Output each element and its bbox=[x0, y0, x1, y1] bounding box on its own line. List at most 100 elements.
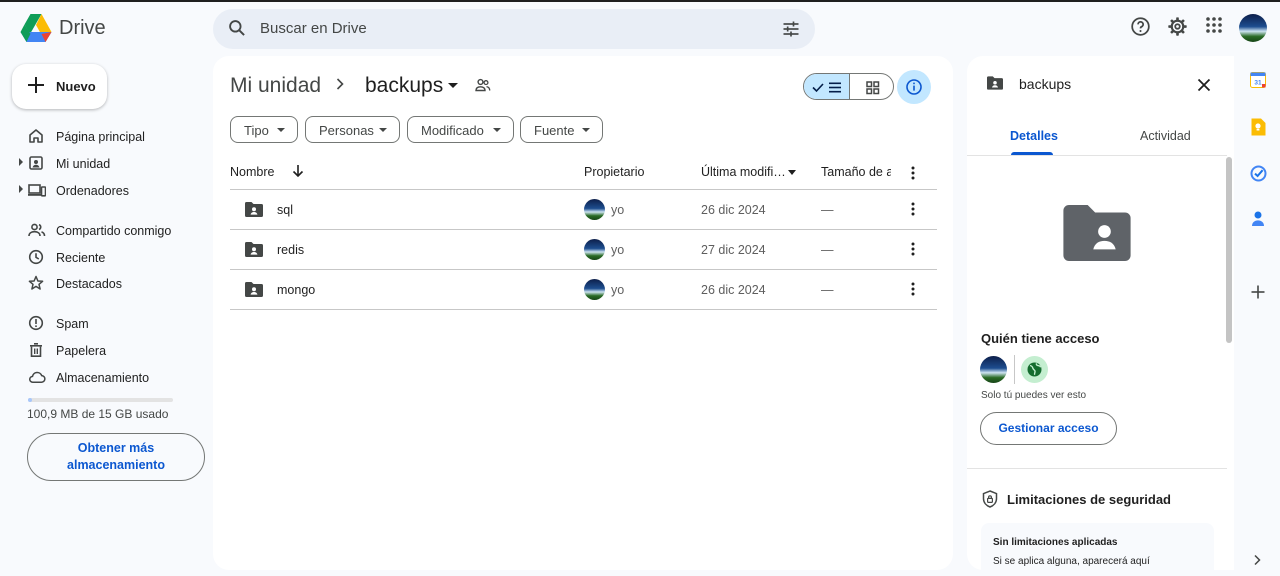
security-box-title: Sin limitaciones aplicadas bbox=[993, 537, 1118, 548]
column-header-name[interactable]: Nombre bbox=[230, 165, 274, 179]
modified-sort-dropdown-icon[interactable] bbox=[788, 170, 796, 175]
keep-notes-icon[interactable] bbox=[1250, 118, 1266, 136]
modified-date: 27 dic 2024 bbox=[701, 243, 766, 257]
file-name[interactable]: sql bbox=[277, 203, 293, 217]
account-avatar[interactable] bbox=[1239, 14, 1267, 42]
cloud-icon bbox=[28, 369, 46, 385]
plus-icon bbox=[27, 76, 45, 94]
sidebar-item-shared[interactable]: Compartido conmigo bbox=[0, 217, 205, 243]
file-name[interactable]: redis bbox=[277, 243, 304, 257]
more-actions-icon[interactable] bbox=[911, 282, 915, 296]
sidebar-item-label: Almacenamiento bbox=[56, 371, 150, 385]
storage-usage-bar bbox=[28, 398, 173, 402]
globe-icon[interactable] bbox=[1021, 356, 1048, 383]
details-scrollbar[interactable] bbox=[1226, 157, 1232, 343]
filter-type-chip[interactable]: Tipo bbox=[230, 116, 298, 143]
sidebar-item-label: Spam bbox=[56, 317, 89, 331]
tasks-icon[interactable] bbox=[1250, 165, 1267, 182]
table-row[interactable]: mongo yo 26 dic 2024 — bbox=[230, 270, 937, 310]
breadcrumb-current-folder[interactable]: backups bbox=[365, 74, 443, 98]
sidebar-item-label: Página principal bbox=[56, 130, 145, 144]
contacts-icon[interactable] bbox=[1250, 210, 1266, 227]
shared-with-me-icon bbox=[28, 222, 46, 238]
storage-usage-text: 100,9 MB de 15 GB usado bbox=[27, 407, 169, 421]
sidebar-item-home[interactable]: Página principal bbox=[0, 123, 205, 149]
details-info-button[interactable] bbox=[897, 70, 931, 104]
breadcrumb-my-drive[interactable]: Mi unidad bbox=[230, 74, 321, 98]
search-input[interactable]: Buscar en Drive bbox=[260, 20, 367, 37]
breadcrumb-chevron-icon bbox=[335, 77, 345, 91]
side-panel-chevron-right-icon[interactable] bbox=[1253, 554, 1261, 566]
search-options-icon[interactable] bbox=[781, 19, 801, 39]
dropdown-arrow-icon bbox=[582, 128, 590, 132]
filter-modified-chip[interactable]: Modificado bbox=[407, 116, 514, 143]
security-box-text: Si se aplica alguna, aparecerá aquí bbox=[993, 556, 1150, 567]
sidebar-item-label: Mi unidad bbox=[56, 157, 111, 171]
grid-view-button[interactable] bbox=[850, 74, 893, 99]
drive-logo-icon[interactable] bbox=[20, 13, 52, 43]
close-icon[interactable] bbox=[1197, 78, 1211, 92]
search-icon[interactable] bbox=[227, 18, 247, 38]
sidebar-item-spam[interactable]: Spam bbox=[0, 310, 205, 336]
modified-date: 26 dic 2024 bbox=[701, 203, 766, 217]
sidebar-item-recent[interactable]: Reciente bbox=[0, 244, 205, 270]
tab-details[interactable]: Detalles bbox=[1010, 129, 1058, 143]
apps-grid-icon[interactable] bbox=[1205, 16, 1223, 34]
tab-activity[interactable]: Actividad bbox=[1140, 129, 1191, 143]
sidebar-item-computers[interactable]: Ordenadores bbox=[0, 177, 205, 203]
owner-name: yo bbox=[611, 283, 625, 297]
calendar-icon[interactable]: 31 bbox=[1250, 72, 1266, 88]
top-bar: Drive Buscar en Drive bbox=[0, 2, 1280, 56]
new-button-label: Nuevo bbox=[56, 79, 96, 94]
shared-folder-icon bbox=[245, 282, 263, 297]
new-button[interactable]: Nuevo bbox=[12, 64, 107, 109]
expand-caret-icon[interactable] bbox=[19, 185, 23, 193]
sidebar-item-label: Destacados bbox=[56, 277, 123, 291]
table-row[interactable]: redis yo 27 dic 2024 — bbox=[230, 230, 937, 270]
trash-icon bbox=[28, 342, 44, 358]
more-actions-icon[interactable] bbox=[911, 242, 915, 256]
get-more-storage-button[interactable]: Obtener más almacenamiento bbox=[27, 433, 205, 481]
file-name[interactable]: mongo bbox=[277, 283, 315, 297]
settings-gear-icon[interactable] bbox=[1167, 16, 1188, 37]
tab-divider bbox=[967, 155, 1227, 156]
access-divider bbox=[1014, 355, 1015, 384]
search-bar[interactable]: Buscar en Drive bbox=[213, 9, 815, 49]
add-addon-plus-icon[interactable] bbox=[1251, 285, 1265, 299]
owner-avatar[interactable] bbox=[980, 356, 1007, 383]
column-header-size[interactable]: Tamaño de a bbox=[821, 165, 891, 179]
brand-name[interactable]: Drive bbox=[59, 17, 106, 40]
sidebar-item-trash[interactable]: Papelera bbox=[0, 337, 205, 363]
owner-name: yo bbox=[611, 203, 625, 217]
modified-date: 26 dic 2024 bbox=[701, 283, 766, 297]
sort-arrow-down-icon[interactable] bbox=[291, 164, 305, 178]
filter-people-chip[interactable]: Personas bbox=[305, 116, 400, 143]
sidebar-item-label: Ordenadores bbox=[56, 184, 129, 198]
sidebar-item-starred[interactable]: Destacados bbox=[0, 270, 205, 296]
manage-access-button[interactable]: Gestionar acceso bbox=[980, 412, 1117, 445]
more-actions-icon[interactable] bbox=[911, 202, 915, 216]
sidebar-item-my-drive[interactable]: Mi unidad bbox=[0, 150, 205, 176]
security-limitations-title: Limitaciones de seguridad bbox=[1007, 492, 1171, 507]
list-view-button[interactable] bbox=[804, 74, 850, 99]
sidebar-item-storage[interactable]: Almacenamiento bbox=[0, 364, 205, 390]
table-row[interactable]: sql yo 26 dic 2024 — bbox=[230, 190, 937, 230]
details-title: backups bbox=[1019, 76, 1072, 92]
dropdown-arrow-icon bbox=[277, 128, 285, 132]
help-icon[interactable] bbox=[1130, 16, 1151, 37]
folder-menu-dropdown-icon[interactable] bbox=[448, 83, 458, 88]
column-header-modified[interactable]: Última modifi… bbox=[701, 165, 786, 179]
shared-people-icon[interactable] bbox=[475, 78, 491, 92]
file-size: — bbox=[821, 283, 834, 297]
who-has-access-title: Quién tiene acceso bbox=[981, 331, 1100, 346]
column-header-owner[interactable]: Propietario bbox=[584, 165, 644, 179]
access-note: Solo tú puedes ver esto bbox=[981, 390, 1087, 401]
clock-icon bbox=[28, 249, 44, 265]
shared-folder-icon bbox=[245, 202, 263, 217]
shared-folder-preview-icon bbox=[1063, 205, 1131, 261]
info-icon bbox=[906, 79, 922, 95]
column-options-more-icon[interactable] bbox=[911, 166, 915, 180]
expand-caret-icon[interactable] bbox=[19, 158, 23, 166]
sidebar-item-label: Papelera bbox=[56, 344, 107, 358]
filter-source-chip[interactable]: Fuente bbox=[520, 116, 603, 143]
